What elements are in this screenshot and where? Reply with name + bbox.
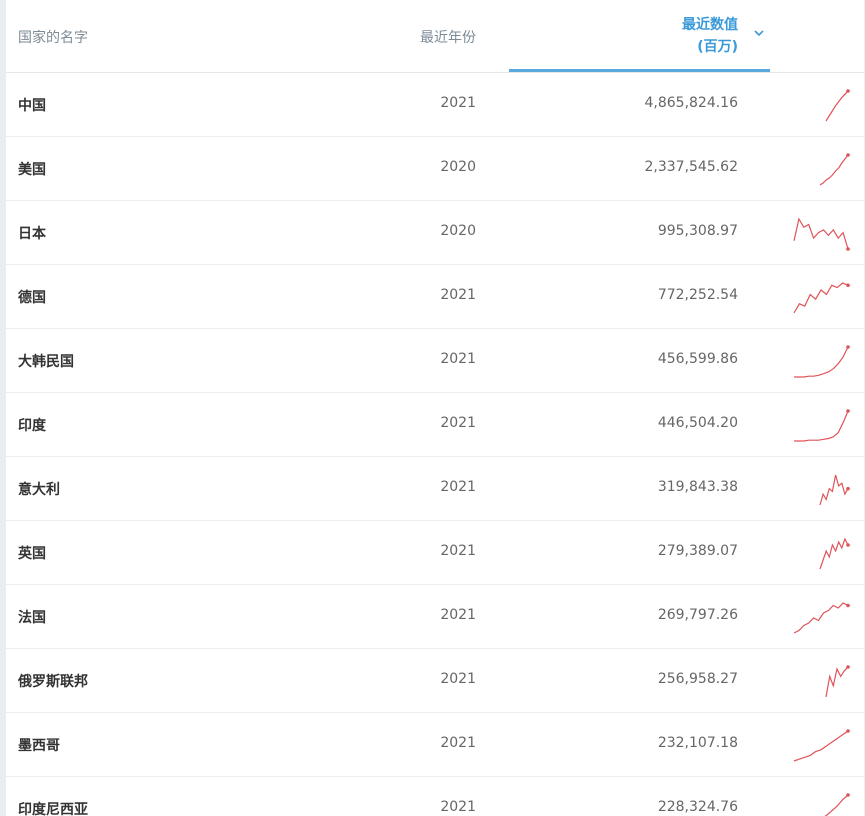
table-row[interactable]: 日本 2020 995,308.97 — [6, 201, 864, 265]
country-name[interactable]: 大韩民国 — [18, 351, 74, 371]
country-name[interactable]: 意大利 — [18, 479, 60, 499]
table-row[interactable]: 英国 2021 279,389.07 — [6, 521, 864, 585]
latest-year: 2020 — [440, 159, 476, 175]
latest-year: 2021 — [440, 351, 476, 367]
column-header-country[interactable]: 国家的名字 — [18, 27, 88, 47]
country-name[interactable]: 法国 — [18, 607, 46, 627]
table-row[interactable]: 意大利 2021 319,843.38 — [6, 457, 864, 521]
latest-year: 2021 — [440, 287, 476, 303]
table-row[interactable]: 中国 2021 4,865,824.16 — [6, 73, 864, 137]
country-name[interactable]: 俄罗斯联邦 — [18, 671, 88, 691]
latest-value: 269,797.26 — [657, 607, 738, 623]
latest-year: 2021 — [440, 799, 476, 815]
latest-value: 772,252.54 — [657, 287, 738, 303]
latest-year: 2021 — [440, 543, 476, 559]
sparkline-chart[interactable] — [792, 469, 852, 509]
column-header-value-label: 最近数值 (百万) — [682, 14, 738, 58]
latest-value: 256,958.27 — [657, 671, 738, 687]
latest-year: 2021 — [440, 671, 476, 687]
table-body: 中国 2021 4,865,824.16 美国 2020 2,337,545.62 日本 20… — [6, 73, 864, 816]
table-row[interactable]: 俄罗斯联邦 2021 256,958.27 — [6, 649, 864, 713]
latest-year: 2021 — [440, 607, 476, 623]
table-row[interactable]: 法国 2021 269,797.26 — [6, 585, 864, 649]
country-name[interactable]: 墨西哥 — [18, 735, 60, 755]
latest-year: 2021 — [440, 735, 476, 751]
value-header-line2: (百万) — [697, 39, 738, 55]
sparkline-end-dot — [846, 409, 850, 413]
sparkline-chart[interactable] — [792, 213, 852, 253]
latest-value: 456,599.86 — [657, 351, 738, 367]
latest-value: 228,324.76 — [657, 799, 738, 815]
sparkline-end-dot — [846, 603, 850, 608]
table-row[interactable]: 墨西哥 2021 232,107.18 — [6, 713, 864, 777]
latest-value: 4,865,824.16 — [644, 95, 738, 111]
sparkline-end-dot — [846, 283, 850, 288]
sparkline-line — [793, 282, 849, 314]
column-header-value-sorted[interactable]: 最近数值 (百万) — [509, 0, 770, 72]
column-header-year[interactable]: 最近年份 — [420, 27, 476, 47]
sparkline-line — [819, 474, 849, 506]
latest-value: 2,337,545.62 — [644, 159, 738, 175]
sparkline-end-dot — [846, 486, 850, 491]
table-row[interactable]: 印度尼西亚 2021 228,324.76 — [6, 777, 864, 816]
sparkline-end-dot — [846, 793, 850, 797]
sparkline-end-dot — [846, 153, 850, 157]
sparkline-end-dot — [846, 247, 850, 251]
sparkline-line — [819, 154, 849, 186]
sparkline-chart[interactable] — [792, 789, 852, 816]
sparkline-end-dot — [846, 543, 850, 547]
sparkline-chart[interactable] — [792, 277, 852, 317]
sparkline-line — [794, 346, 849, 378]
country-name[interactable]: 印度 — [18, 415, 46, 435]
sparkline-chart[interactable] — [792, 149, 852, 189]
country-name[interactable]: 中国 — [18, 95, 46, 115]
sparkline-end-dot — [846, 345, 850, 349]
latest-value: 995,308.97 — [657, 223, 738, 239]
sparkline-line — [794, 410, 849, 442]
data-table: 国家的名字 最近年份 最近数值 (百万) 中国 2021 4,865,824.16 美… — [6, 0, 864, 816]
latest-year: 2021 — [440, 479, 476, 495]
sparkline-chart[interactable] — [792, 405, 852, 445]
chevron-down-icon[interactable] — [752, 26, 766, 40]
latest-year: 2021 — [440, 415, 476, 431]
sparkline-line — [819, 537, 849, 570]
sparkline-end-dot — [846, 89, 850, 93]
latest-value: 279,389.07 — [657, 543, 738, 559]
country-name[interactable]: 英国 — [18, 543, 46, 563]
sparkline-line — [793, 602, 849, 634]
table-row[interactable]: 大韩民国 2021 456,599.86 — [6, 329, 864, 393]
sparkline-chart[interactable] — [792, 533, 852, 573]
table-row[interactable]: 德国 2021 772,252.54 — [6, 265, 864, 329]
country-name[interactable]: 德国 — [18, 287, 46, 307]
table-row[interactable]: 美国 2020 2,337,545.62 — [6, 137, 864, 201]
sparkline-chart[interactable] — [792, 661, 852, 701]
country-name[interactable]: 日本 — [18, 223, 46, 243]
latest-value: 232,107.18 — [657, 735, 738, 751]
sparkline-line — [793, 217, 849, 250]
sparkline-chart[interactable] — [792, 341, 852, 381]
value-header-line1: 最近数值 — [682, 17, 738, 33]
sparkline-end-dot — [846, 665, 850, 669]
country-name[interactable]: 印度尼西亚 — [18, 799, 88, 816]
country-name[interactable]: 美国 — [18, 159, 46, 179]
latest-year: 2021 — [440, 95, 476, 111]
sparkline-chart[interactable] — [792, 597, 852, 637]
latest-year: 2020 — [440, 223, 476, 239]
table-row[interactable]: 印度 2021 446,504.20 — [6, 393, 864, 457]
latest-value: 319,843.38 — [657, 479, 738, 495]
sparkline-line — [825, 666, 849, 698]
sparkline-line — [824, 794, 849, 816]
sparkline-line — [793, 730, 849, 762]
latest-value: 446,504.20 — [657, 415, 738, 431]
sparkline-chart[interactable] — [792, 85, 852, 125]
sparkline-chart[interactable] — [792, 725, 852, 765]
table-header: 国家的名字 最近年份 最近数值 (百万) — [6, 0, 864, 73]
sparkline-end-dot — [846, 729, 850, 733]
sparkline-line — [825, 90, 849, 122]
